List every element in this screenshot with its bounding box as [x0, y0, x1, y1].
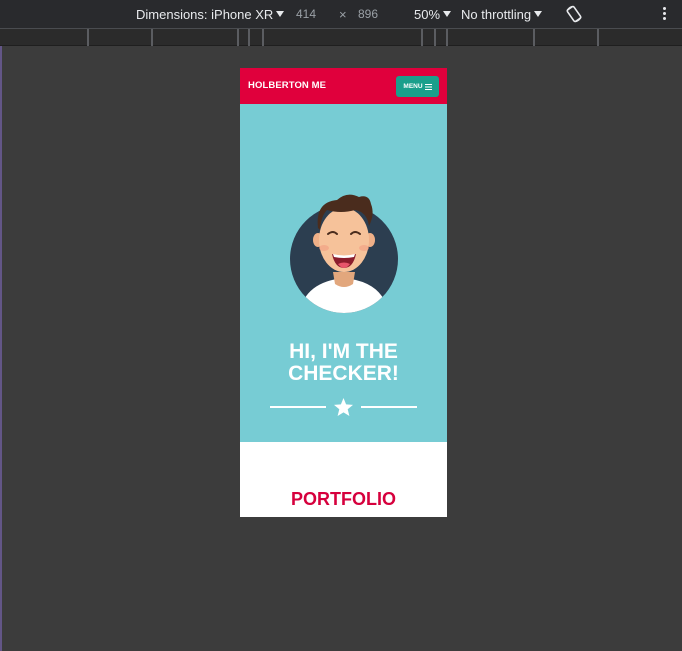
device-dimensions-label: Dimensions: iPhone XR — [136, 7, 274, 22]
ruler-tick — [248, 29, 250, 46]
device-toolbar: Dimensions: iPhone XR 414 × 896 50% No t… — [0, 0, 682, 29]
chevron-down-icon — [443, 11, 452, 17]
hamburger-icon — [424, 83, 432, 90]
ruler-tick — [446, 29, 448, 46]
ruler-tick — [434, 29, 436, 46]
ruler-tick — [597, 29, 599, 46]
divider-line-left — [270, 406, 326, 408]
ruler-tick — [262, 29, 264, 46]
device-dimensions-select[interactable]: Dimensions: iPhone XR — [136, 6, 285, 23]
device-viewport: HOLBERTON ME MENU HI, I'M THE CHECKER! P… — [240, 68, 447, 517]
ruler-tick — [533, 29, 535, 46]
star-icon — [334, 398, 353, 416]
throttling-select[interactable]: No throttling — [461, 6, 543, 23]
divider-line-right — [361, 406, 417, 408]
ruler-tick — [87, 29, 89, 46]
rotate-icon[interactable] — [564, 4, 584, 24]
avatar-illustration — [290, 194, 398, 313]
hero-title: HI, I'M THE CHECKER! — [240, 341, 447, 385]
star-divider — [270, 398, 417, 416]
zoom-select[interactable]: 50% — [414, 6, 452, 23]
navbar: HOLBERTON ME MENU — [240, 68, 447, 104]
zoom-label: 50% — [414, 7, 441, 22]
brand-logo[interactable]: HOLBERTON ME — [248, 80, 326, 91]
menu-button[interactable]: MENU — [396, 76, 439, 97]
panel-edge — [0, 0, 2, 651]
more-options-icon[interactable] — [661, 7, 667, 21]
ruler-tick — [151, 29, 153, 46]
menu-label: MENU — [403, 83, 423, 90]
ruler-tick — [237, 29, 239, 46]
throttling-label: No throttling — [461, 7, 532, 22]
chevron-down-icon — [534, 11, 543, 17]
hero-title-line-2: CHECKER! — [288, 362, 399, 385]
height-input[interactable]: 896 — [358, 6, 378, 23]
chevron-down-icon — [276, 11, 285, 17]
hero-title-line-1: HI, I'M THE — [289, 340, 398, 363]
media-query-ruler — [0, 29, 682, 46]
portfolio-heading: PORTFOLIO — [291, 489, 396, 509]
hero-section: HI, I'M THE CHECKER! — [240, 104, 447, 442]
times-symbol: × — [339, 7, 347, 22]
ruler-tick — [421, 29, 423, 46]
width-input[interactable]: 414 — [296, 6, 316, 23]
